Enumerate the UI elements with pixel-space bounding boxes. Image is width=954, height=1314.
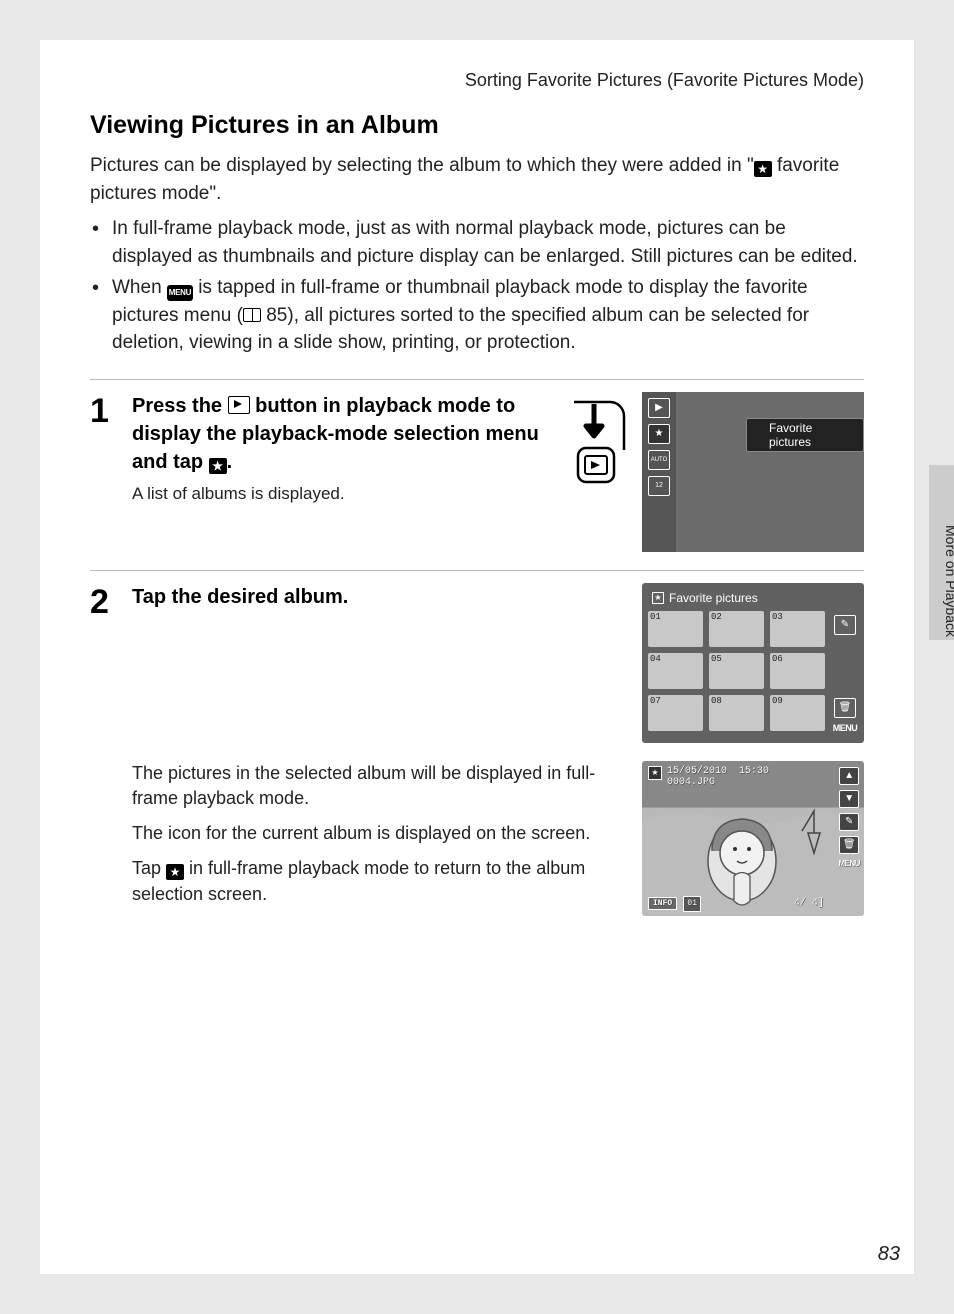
star-icon (166, 864, 184, 880)
edit-icon: ✎ (839, 813, 859, 831)
step-1-number: 1 (90, 392, 132, 552)
bullet-2: When MENU is tapped in full-frame or thu… (112, 274, 864, 357)
breadcrumb: Sorting Favorite Pictures (Favorite Pict… (90, 70, 864, 91)
step-1-title: Press the button in playback mode to dis… (132, 392, 556, 476)
trash-icon: 🗑 (839, 836, 859, 854)
mode-menu-screen: ▶ ★ AUTO 12 Favorite pictures (642, 392, 864, 552)
step-1-sub: A list of albums is displayed. (132, 482, 556, 507)
album-cell: 06 (770, 653, 825, 689)
mode-label: Favorite pictures (746, 418, 864, 452)
step-2-title: Tap the desired album. (132, 583, 628, 611)
frame-counter: 4/ 4] (794, 898, 824, 909)
step-2-para-2: The icon for the current album is displa… (132, 821, 620, 846)
step-2-number: 2 (90, 583, 132, 743)
step-2-para-1: The pictures in the selected album will … (132, 761, 620, 811)
mode-icon-play: ▶ (648, 398, 670, 418)
trash-icon: 🗑 (834, 698, 856, 718)
mode-icon-date: 12 (648, 476, 670, 496)
album-cell: 03 (770, 611, 825, 647)
mode-icon-favorite: ★ (648, 424, 670, 444)
album-cell: 05 (709, 653, 764, 689)
playback-screen: ★ 15/05/2010 15:30 0004.JPG ▲ ▼ ✎ 🗑 MENU… (642, 761, 864, 916)
button-press-illustration (570, 392, 630, 492)
side-tab-label: More on Playback (943, 525, 954, 637)
album-cell: 01 (648, 611, 703, 647)
star-icon: ★ (648, 766, 662, 780)
star-icon (209, 458, 227, 474)
book-icon (243, 308, 261, 322)
down-icon: ▼ (839, 790, 859, 808)
step-2-para-3: Tap in full-frame playback mode to retur… (132, 856, 620, 906)
menu-icon: MENU (167, 285, 193, 301)
album-cell: 08 (709, 695, 764, 731)
info-tab: INFO (648, 897, 677, 910)
album-indicator: 01 (683, 896, 701, 912)
up-icon: ▲ (839, 767, 859, 785)
page-title: Viewing Pictures in an Album (90, 111, 864, 140)
album-grid-screen: ★Favorite pictures 010203040506070809 ✎ … (642, 583, 864, 743)
album-cell: 07 (648, 695, 703, 731)
edit-icon: ✎ (834, 615, 856, 635)
album-cell: 02 (709, 611, 764, 647)
album-cell: 04 (648, 653, 703, 689)
mode-icon-auto: AUTO (648, 450, 670, 470)
album-cell: 09 (770, 695, 825, 731)
bullet-1: In full-frame playback mode, just as wit… (112, 215, 864, 270)
grid-header: ★Favorite pictures (648, 589, 830, 611)
star-icon (754, 161, 772, 177)
menu-icon: MENU (833, 723, 858, 733)
playback-icon (228, 396, 250, 414)
menu-icon: MENU (838, 859, 860, 868)
intro-text: Pictures can be displayed by selecting t… (90, 152, 864, 207)
page-number: 83 (878, 1243, 900, 1266)
